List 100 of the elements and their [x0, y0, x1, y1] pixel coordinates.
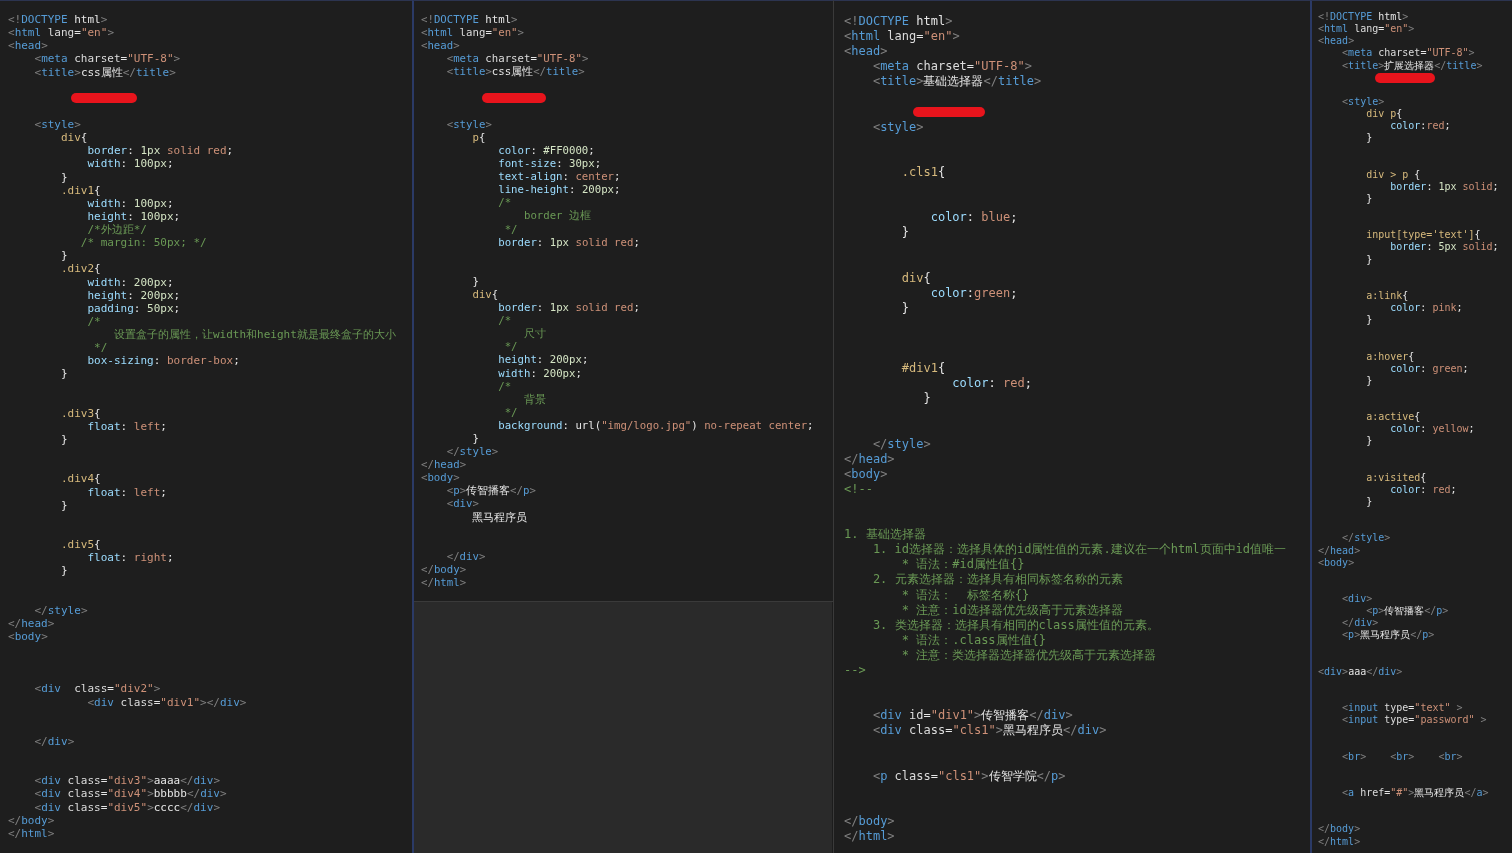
code-line: border: 5px solid; — [1389, 241, 1500, 254]
code-line: <body> — [844, 466, 889, 482]
code-line: <body> — [8, 629, 49, 643]
code-line: <!DOCTYPE html> — [1318, 11, 1410, 24]
code-line: */ — [93, 341, 109, 355]
code-line: color: green; — [1389, 362, 1470, 375]
code-line: height: 100px; — [86, 209, 182, 223]
code-line: width: 200px; — [497, 366, 583, 380]
code-line: </html> — [844, 829, 896, 845]
code-line: /* — [497, 314, 513, 328]
code-line: p{ — [471, 130, 487, 144]
code-line: <p>传智播客</p> — [1365, 605, 1450, 618]
code-line: a:active{ — [1365, 411, 1422, 424]
code-line: } — [1365, 253, 1374, 266]
code-line: 背景 — [522, 392, 547, 406]
code-line: width: 100px; — [86, 196, 175, 210]
code-line: <div> — [445, 497, 480, 511]
code-line: </div> — [445, 549, 487, 563]
code-line: <div>aaa</div> — [1318, 665, 1404, 678]
code-line: </div> — [1341, 617, 1380, 630]
code-line: <input type="password" > — [1341, 714, 1488, 727]
code-line: } — [471, 274, 480, 288]
code-line: height: 200px; — [497, 353, 590, 367]
code-line: </head> — [8, 616, 56, 630]
code-line: </body> — [1318, 823, 1362, 836]
code-line: <br> <br> <br> — [1341, 750, 1464, 763]
code-line: <p>传智播客</p> — [445, 484, 537, 498]
code-line: background: url("img/logo.jpg") no-repeat center; — [497, 418, 815, 432]
code-line: } — [900, 225, 911, 241]
code-line: a:hover{ — [1365, 350, 1416, 363]
code-line: /* — [86, 314, 102, 328]
code-line: <head> — [844, 44, 889, 60]
code-line: div{ — [59, 131, 88, 145]
code-line: } — [922, 391, 932, 407]
code-line: <style> — [33, 118, 82, 132]
code-line: } — [1365, 374, 1374, 387]
code-line: 2. 元素选择器：选择具有相同标签名称的元素 — [871, 572, 1124, 588]
code-line: 尺寸 — [522, 327, 547, 341]
code-line: } — [59, 564, 69, 578]
code-line: </html> — [421, 576, 468, 590]
code-line: <!-- — [844, 481, 874, 497]
code-line: color: #FF0000; — [497, 143, 596, 158]
code-line: div p{ — [1365, 108, 1404, 121]
code-line: } — [471, 432, 480, 446]
code-line: box-sizing: border-box; — [86, 354, 241, 368]
code-line: <div class="div2"> — [33, 682, 162, 696]
code-line: .div4{ — [59, 472, 102, 486]
code-line: <meta charset="UTF-8"> — [1341, 47, 1476, 60]
code-line: <div class="div5">cccc</div> — [33, 800, 221, 814]
code-line: /* margin: 50px; */ — [79, 236, 208, 250]
code-line: * 注意：id选择器优先级高于元素选择器 — [900, 602, 1124, 618]
code-line: border: 1px solid red; — [497, 235, 641, 249]
code-line: </style> — [445, 445, 500, 459]
code-line: <div> — [1341, 593, 1374, 606]
code-line: <title>基础选择器</title> — [871, 74, 1043, 90]
code-line: .div1{ — [59, 183, 102, 197]
code-line: color: pink; — [1389, 302, 1464, 315]
code-line: color: red; — [951, 376, 1033, 392]
code-line: .div3{ — [59, 406, 102, 420]
code-line: line-height: 200px; — [497, 183, 622, 197]
code-line: <title>css属性</title> — [445, 65, 586, 79]
code-line: <html lang="en"> — [1318, 23, 1416, 36]
code-line: <meta charset="UTF-8"> — [33, 52, 182, 66]
code-line: .div5{ — [59, 538, 102, 552]
code-line: </style> — [33, 603, 89, 617]
code-line: <html lang="en"> — [844, 29, 961, 45]
code-line: <div class="div1"></div> — [86, 695, 248, 709]
code-line: } — [1365, 314, 1374, 327]
code-line: 黑马程序员 — [471, 510, 529, 524]
code-line: * 语法： 标签名称{} — [900, 587, 1031, 603]
code-line: } — [1365, 192, 1374, 205]
code-line: 设置盒子的属性，让width和height就是最终盒子的大小 — [112, 328, 397, 342]
code-line: font-size: 30px; — [497, 157, 603, 171]
code-line: /*外边距*/ — [86, 223, 148, 237]
code-line: <body> — [421, 471, 461, 485]
code-line: <title>css属性</title> — [33, 65, 177, 79]
code-line: <p>黑马程序员</p> — [1341, 629, 1436, 642]
code-line: width: 100px; — [86, 157, 175, 171]
code-line: color: blue; — [929, 210, 1019, 226]
code-line: width: 200px; — [86, 275, 175, 289]
code-line: div{ — [471, 287, 500, 302]
redaction-mark — [70, 93, 138, 104]
code-line: <!DOCTYPE html> — [421, 13, 519, 27]
code-line: div > p { — [1365, 168, 1422, 181]
code-line: */ — [503, 222, 519, 236]
code-line: </head> — [844, 451, 896, 467]
code-line: <div class="cls1">黑马程序员</div> — [871, 723, 1108, 739]
code-line: <div class="div4">bbbbb</div> — [33, 787, 228, 801]
code-line: } — [900, 300, 911, 316]
code-line: */ — [503, 340, 519, 354]
code-line: </body> — [844, 813, 896, 830]
code-line: <div id="div1">传智播客</div> — [871, 708, 1074, 724]
code-line: <p class="cls1">传智学院</p> — [871, 768, 1067, 784]
code-line: .div2{ — [59, 262, 102, 276]
code-line: } — [59, 249, 69, 263]
code-line: .cls1{ — [900, 164, 947, 181]
code-line: div{ — [900, 270, 932, 286]
code-line: float: left; — [86, 419, 168, 433]
code-line: /* — [497, 379, 513, 393]
code-line: <a href="#">黑马程序员</a> — [1341, 787, 1490, 800]
